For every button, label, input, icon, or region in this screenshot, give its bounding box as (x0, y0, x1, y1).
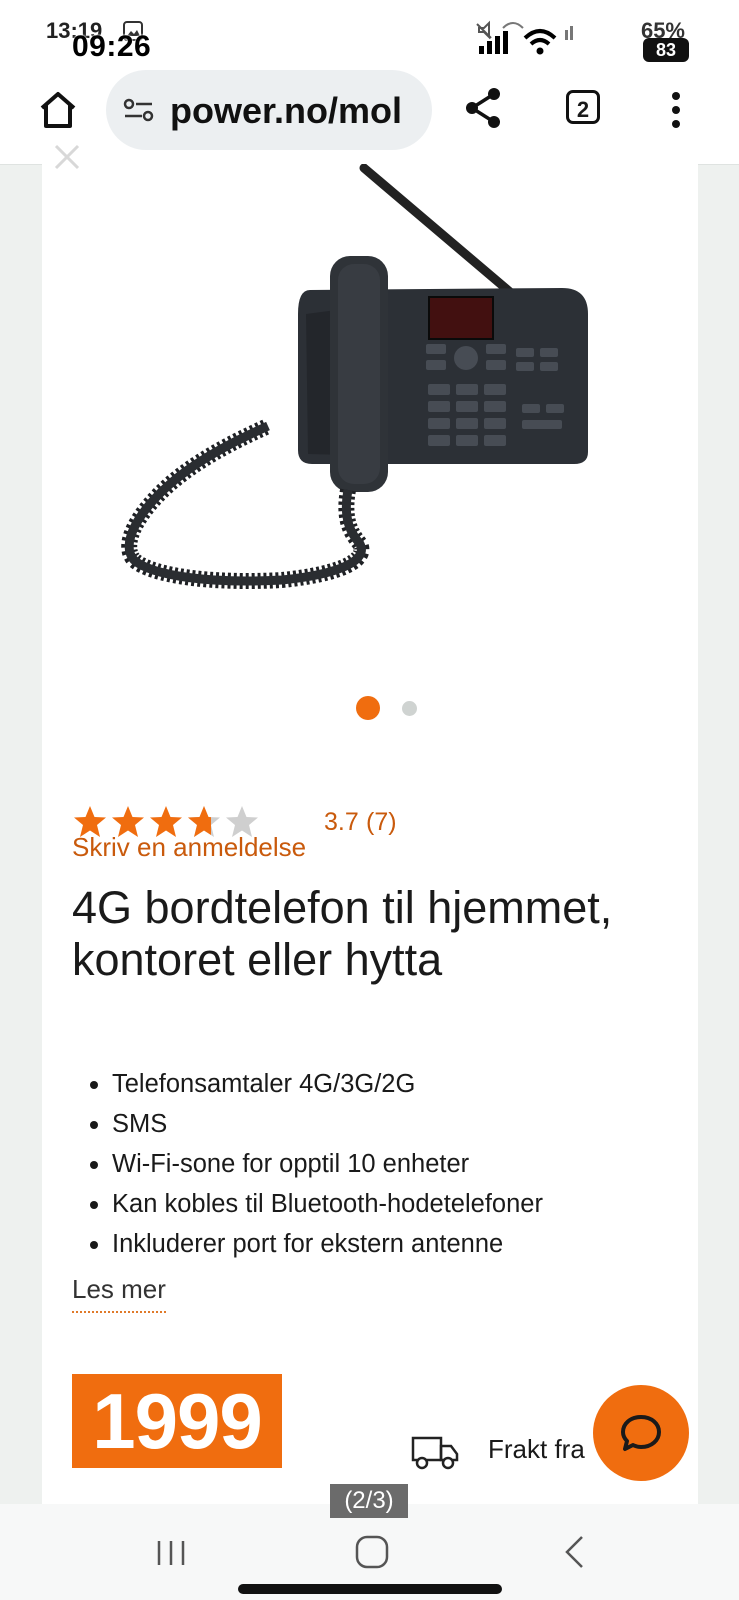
read-more-link[interactable]: Les mer (72, 1274, 166, 1313)
image-counter: (2/3) (330, 1484, 408, 1518)
price-value: 1999 (92, 1377, 263, 1465)
feature-item: Wi-Fi-sone for opptil 10 enheter (72, 1144, 672, 1184)
tab-switcher-button[interactable]: 2 (566, 90, 600, 124)
more-vertical-icon (672, 92, 680, 128)
battery-icon: 83 (643, 38, 689, 62)
home-icon (40, 92, 76, 128)
home-button[interactable] (36, 88, 80, 132)
price-badge: 1999 (72, 1374, 282, 1468)
browser-menu-button[interactable] (670, 90, 682, 130)
url-text: power.no/mol (170, 90, 403, 131)
product-image (121, 163, 588, 590)
product-card: 3.7 (7) Skriv en anmeldelse 4G bordtelef… (42, 163, 698, 1504)
status-time: 09:26 (72, 30, 152, 63)
browser-toolbar: power.no/mol 2 (0, 62, 739, 165)
gesture-handle (238, 1584, 502, 1594)
write-review-link[interactable]: Skriv en anmeldelse (72, 832, 306, 863)
gallery-pagination (42, 696, 698, 722)
feature-item: SMS (72, 1104, 672, 1144)
feature-item: Telefonsamtaler 4G/3G/2G (72, 1064, 672, 1104)
address-bar[interactable]: power.no/mol (106, 70, 432, 150)
share-button[interactable] (462, 84, 506, 132)
site-settings-icon[interactable] (122, 98, 156, 122)
feature-item: Kan kobles til Bluetooth-hodetelefoner (72, 1184, 672, 1224)
home-nav-icon[interactable] (354, 1534, 390, 1570)
product-image-gallery[interactable] (42, 163, 698, 724)
chat-button[interactable] (593, 1385, 689, 1481)
feature-list: Telefonsamtaler 4G/3G/2G SMS Wi-Fi-sone … (72, 1064, 672, 1264)
close-icon (54, 144, 80, 170)
recent-apps-icon[interactable] (154, 1538, 188, 1568)
gallery-dot[interactable] (402, 701, 417, 716)
status-bar: 13:19 09:26 65% 83 (0, 0, 739, 63)
rating-value: 3.7 (324, 808, 359, 836)
shipping-info: Frakt fra (488, 1434, 585, 1464)
back-icon[interactable] (562, 1534, 586, 1570)
product-title: 4G bordtelefon til hjemmet, kontoret ell… (72, 882, 613, 985)
gallery-dot-active[interactable] (356, 696, 380, 720)
chat-icon (621, 1415, 661, 1451)
share-icon (466, 88, 500, 128)
close-overlay-button[interactable] (52, 142, 82, 172)
system-navigation-bar (0, 1504, 739, 1600)
rating-count: (7) (366, 808, 397, 836)
feature-item: Inkluderer port for ekstern antenne (72, 1224, 672, 1264)
delivery-truck-icon (411, 1436, 459, 1470)
